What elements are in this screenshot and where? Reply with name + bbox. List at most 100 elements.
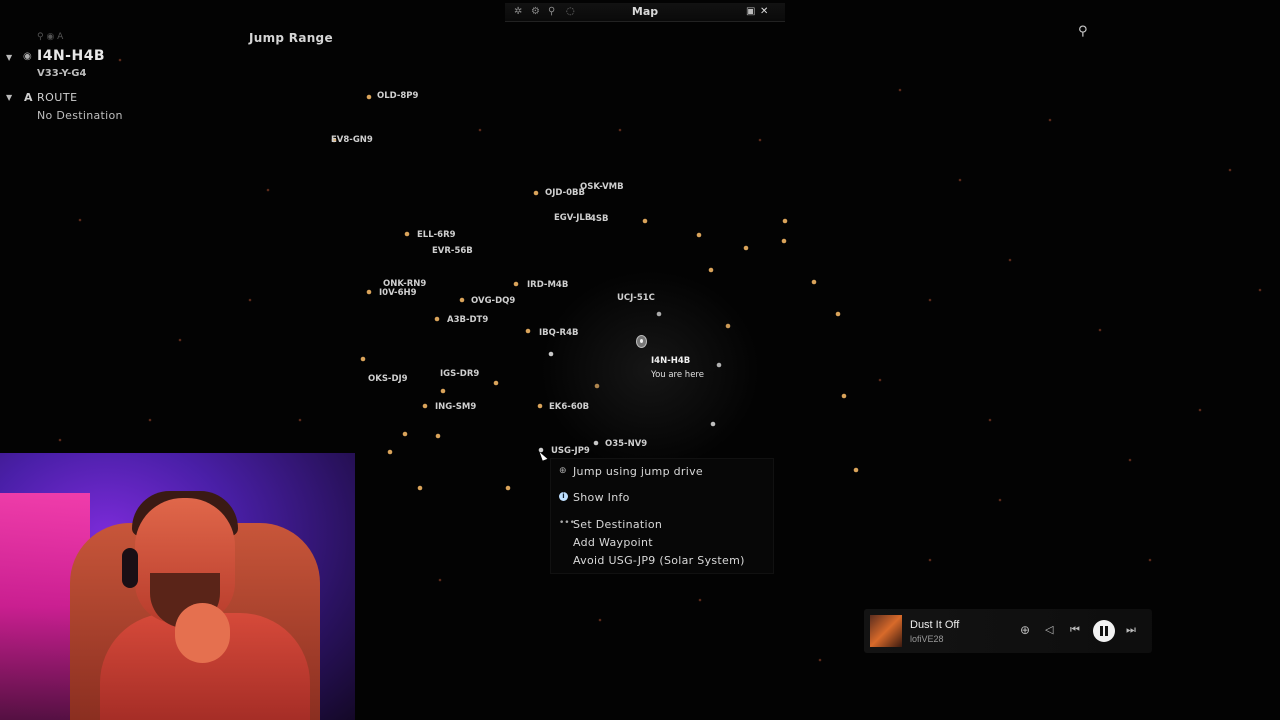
system-star[interactable] (435, 433, 441, 439)
search-icon[interactable]: ⚲ (1078, 24, 1088, 39)
system-star[interactable] (513, 281, 519, 287)
system-star[interactable] (533, 190, 539, 196)
system-label[interactable]: A3B-DT9 (447, 315, 488, 325)
background-star (988, 418, 992, 422)
system-label[interactable]: IBQ-R4B (539, 328, 579, 338)
system-star[interactable] (642, 218, 648, 224)
volume-icon[interactable]: ◁ (1045, 623, 1053, 636)
window-title: Map (631, 5, 659, 18)
background-star (1258, 288, 1262, 292)
system-star[interactable] (459, 297, 465, 303)
route-destination: No Destination (37, 109, 123, 122)
system-label[interactable]: ELL-6R9 (417, 230, 456, 240)
system-label[interactable]: OKS-DJ9 (368, 374, 408, 384)
jump-drive-icon: ⊕ (559, 466, 567, 476)
background-star (78, 218, 82, 222)
track-title: Dust It Off (910, 619, 960, 631)
system-star[interactable] (781, 238, 787, 244)
system-star[interactable] (417, 485, 423, 491)
current-location-marker-icon[interactable] (636, 335, 647, 348)
background-star (478, 128, 482, 132)
system-label[interactable]: EVR-56B (432, 246, 473, 256)
system-label[interactable]: OVG-DQ9 (471, 296, 515, 306)
system-label[interactable]: EK6-60B (549, 402, 589, 412)
background-star (898, 88, 902, 92)
system-label[interactable]: UCJ-51C (617, 293, 655, 303)
current-location-name[interactable]: I4N-H4B (651, 356, 690, 366)
background-star (818, 658, 822, 662)
system-star[interactable] (402, 431, 408, 437)
menu-item-set-destination[interactable]: Set Destination (573, 518, 662, 531)
background-star (758, 138, 762, 142)
minimize-icon[interactable]: ▣ (746, 6, 755, 17)
window-title-bar: ✲ ⚙ ⚲ ◌ Map ▣ ✕ (505, 3, 785, 22)
system-star[interactable] (440, 388, 446, 394)
menu-item-avoid-system[interactable]: Avoid USG-JP9 (Solar System) (573, 554, 745, 567)
current-system-name[interactable]: I4N-H4B (37, 48, 105, 64)
music-player: Dust It Off lofiVE28 ⊕ ◁ ⏮ ⏭ (864, 609, 1152, 653)
background-star (1098, 328, 1102, 332)
background-star (1128, 458, 1132, 462)
background-star (178, 338, 182, 342)
menu-item-jump-drive[interactable]: Jump using jump drive (573, 465, 703, 478)
system-star[interactable] (493, 380, 499, 386)
system-star[interactable] (743, 245, 749, 251)
background-star (1228, 168, 1232, 172)
system-label[interactable]: 4SB (590, 214, 609, 224)
background-star (598, 618, 602, 622)
next-track-icon[interactable]: ⏭ (1126, 623, 1136, 637)
system-star[interactable] (708, 267, 714, 273)
pause-button[interactable] (1093, 620, 1115, 642)
system-star[interactable] (835, 311, 841, 317)
system-label[interactable]: OLD-8P9 (377, 91, 418, 101)
system-star[interactable] (434, 316, 440, 322)
system-star[interactable] (537, 403, 543, 409)
system-star[interactable] (387, 449, 393, 455)
location-icon: ◉ (23, 51, 32, 62)
system-star[interactable] (366, 289, 372, 295)
system-star[interactable] (366, 94, 372, 100)
current-location-note: You are here (651, 370, 704, 380)
jump-range-label: Jump Range (249, 31, 333, 45)
system-label[interactable]: IRD-M4B (527, 280, 568, 290)
system-star[interactable] (505, 485, 511, 491)
menu-item-add-waypoint[interactable]: Add Waypoint (573, 536, 653, 549)
system-label[interactable]: ING-SM9 (435, 402, 476, 412)
system-star[interactable] (853, 467, 859, 473)
background-star (878, 378, 882, 382)
route-caret-icon[interactable]: ▼ (6, 93, 12, 102)
webcam-overlay (0, 453, 355, 720)
system-star[interactable] (404, 231, 410, 237)
system-star[interactable] (360, 356, 366, 362)
system-label-selected[interactable]: USG-JP9 (551, 446, 590, 456)
background-star (148, 418, 152, 422)
constellation-name[interactable]: V33-Y-G4 (37, 68, 86, 79)
system-label[interactable]: O35-NV9 (605, 439, 647, 449)
collapse-caret-icon[interactable]: ▼ (6, 53, 12, 62)
system-star[interactable] (422, 403, 428, 409)
system-star[interactable] (696, 232, 702, 238)
system-label[interactable]: EGV-JLB (554, 213, 591, 223)
background-star (58, 438, 62, 442)
background-star (1008, 258, 1012, 262)
menu-item-show-info[interactable]: Show Info (573, 491, 630, 504)
background-star (958, 178, 962, 182)
background-star (118, 58, 122, 62)
previous-track-icon[interactable]: ⏮ (1070, 623, 1080, 637)
route-prefix: A (24, 91, 34, 104)
system-label[interactable]: EV8-GN9 (331, 135, 373, 145)
filter-icons[interactable]: ⚲ ◉ A (37, 32, 63, 42)
system-star[interactable] (811, 279, 817, 285)
background-star (618, 128, 622, 132)
system-label[interactable]: IGS-DR9 (440, 369, 479, 379)
system-label[interactable]: OSK-VMB (580, 182, 624, 192)
add-icon[interactable]: ⊕ (1020, 623, 1030, 637)
system-star[interactable] (782, 218, 788, 224)
close-icon[interactable]: ✕ (760, 6, 768, 17)
system-label[interactable]: I0V-6H9 (379, 288, 417, 298)
system-label[interactable]: OJD-0BB (545, 188, 585, 198)
system-star[interactable] (525, 328, 531, 334)
route-header[interactable]: ROUTE (37, 91, 78, 104)
context-menu: ⊕ Jump using jump drive i Show Info ••• … (550, 458, 774, 574)
system-star[interactable] (841, 393, 847, 399)
